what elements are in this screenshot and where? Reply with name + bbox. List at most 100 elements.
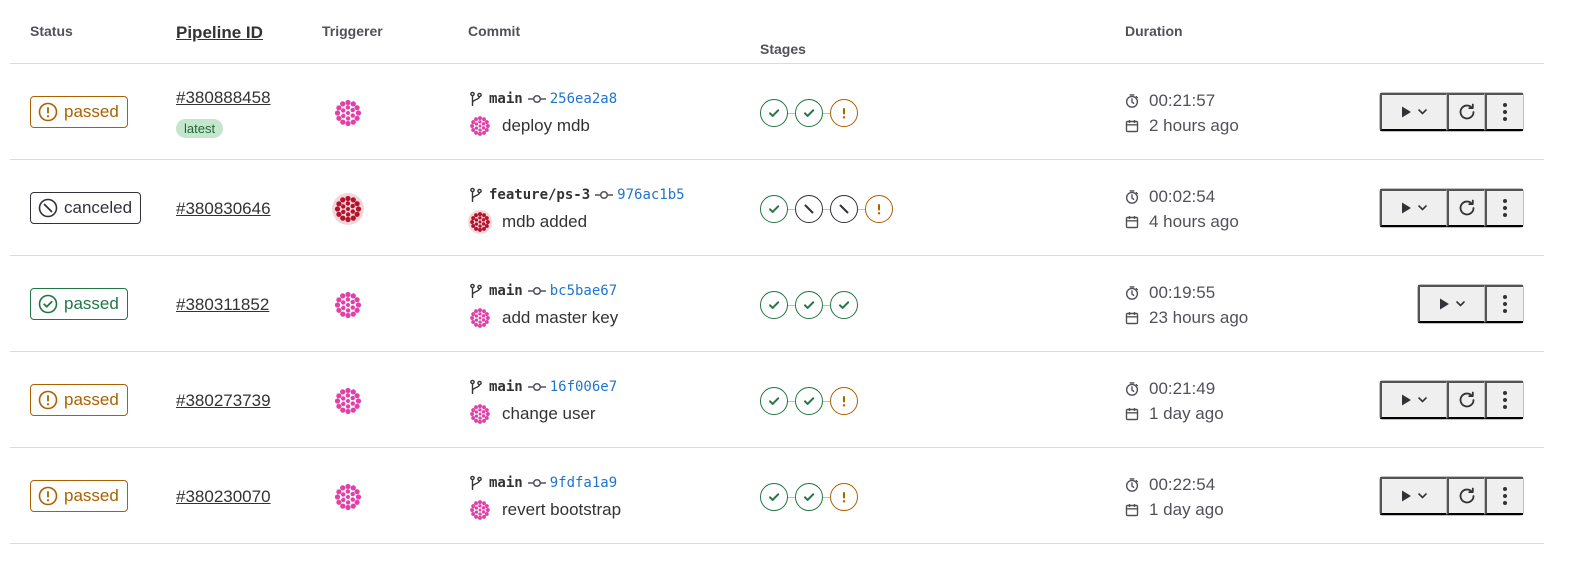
calendar-icon	[1125, 119, 1149, 133]
pipeline-id-link[interactable]: #380830646	[176, 199, 271, 219]
stage-success-icon[interactable]	[760, 291, 788, 319]
stage-success-icon[interactable]	[760, 387, 788, 415]
status-badge[interactable]: passed	[30, 288, 128, 320]
finished-at: 1 day ago	[1125, 500, 1224, 520]
pipeline-row: passed #380230070 main 9fdfa1a9 revert boots…	[10, 448, 1544, 544]
commit-message: revert bootstrap	[468, 498, 621, 522]
column-header-stages: Stages	[760, 41, 806, 57]
commit-title-link[interactable]: add master key	[502, 308, 618, 328]
triggerer-avatar[interactable]	[332, 193, 364, 225]
pipeline-row: canceled #380830646 feature/ps-3 976ac1b5 md…	[10, 160, 1544, 256]
stage-success-icon[interactable]	[795, 483, 823, 511]
status-canceled-icon	[38, 198, 64, 218]
branch-link[interactable]: main	[489, 283, 523, 299]
stage-warning-icon[interactable]	[830, 387, 858, 415]
finished-time: 1 day ago	[1149, 500, 1224, 519]
play-dropdown-button[interactable]	[1380, 477, 1447, 515]
stage-success-icon[interactable]	[760, 195, 788, 223]
triggerer-avatar[interactable]	[332, 97, 364, 129]
column-header-pipeline-id: Pipeline ID	[176, 23, 263, 42]
stage-canceled-icon[interactable]	[795, 195, 823, 223]
commit-sha-link[interactable]: bc5bae67	[550, 283, 617, 299]
pipeline-actions	[1379, 476, 1524, 516]
retry-icon[interactable]	[1447, 477, 1485, 515]
commit-title-link[interactable]: change user	[502, 404, 596, 424]
stage-canceled-icon[interactable]	[830, 195, 858, 223]
stage-success-icon[interactable]	[760, 99, 788, 127]
commit-sha-link[interactable]: 256ea2a8	[550, 91, 617, 107]
commit-title-link[interactable]: mdb added	[502, 212, 587, 232]
stage-success-icon[interactable]	[830, 291, 858, 319]
stage-connector	[788, 496, 795, 498]
branch-link[interactable]: main	[489, 379, 523, 395]
commit-icon	[590, 189, 617, 201]
more-actions-icon[interactable]	[1485, 477, 1523, 515]
triggerer-avatar[interactable]	[332, 289, 364, 321]
commit-ref: feature/ps-3 976ac1b5	[468, 185, 685, 205]
play-dropdown-button[interactable]	[1418, 285, 1485, 323]
status-warning-icon	[38, 486, 64, 506]
commit-title-link[interactable]: revert bootstrap	[502, 500, 621, 520]
finished-at: 1 day ago	[1125, 404, 1224, 424]
stage-connector	[788, 208, 795, 210]
pipeline-actions	[1379, 380, 1524, 420]
retry-icon[interactable]	[1447, 189, 1485, 227]
stage-success-icon[interactable]	[795, 99, 823, 127]
stage-connector	[823, 304, 830, 306]
finished-time: 23 hours ago	[1149, 308, 1249, 327]
more-actions-icon[interactable]	[1485, 189, 1523, 227]
pipeline-id-link[interactable]: #380230070	[176, 487, 271, 507]
author-avatar[interactable]	[468, 210, 492, 234]
retry-icon[interactable]	[1447, 381, 1485, 419]
commit-sha-link[interactable]: 976ac1b5	[617, 187, 684, 203]
pipeline-stages	[760, 290, 858, 320]
author-avatar[interactable]	[468, 402, 492, 426]
status-badge[interactable]: passed	[30, 480, 128, 512]
stage-warning-icon[interactable]	[865, 195, 893, 223]
play-dropdown-button[interactable]	[1380, 189, 1447, 227]
stage-connector	[823, 112, 830, 114]
column-header-status: Status	[30, 23, 73, 39]
triggerer-avatar[interactable]	[332, 481, 364, 513]
author-avatar[interactable]	[468, 306, 492, 330]
commit-title-link[interactable]: deploy mdb	[502, 116, 590, 136]
commit-ref: main 9fdfa1a9	[468, 473, 617, 493]
author-avatar[interactable]	[468, 498, 492, 522]
commit-sha-link[interactable]: 9fdfa1a9	[550, 475, 617, 491]
status-label: passed	[64, 486, 119, 505]
pipeline-row: passed #380273739 main 16f006e7 change user 0…	[10, 352, 1544, 448]
triggerer-avatar[interactable]	[332, 385, 364, 417]
duration-value: 00:19:55	[1149, 283, 1216, 302]
author-avatar[interactable]	[468, 114, 492, 138]
more-actions-icon[interactable]	[1485, 285, 1523, 323]
stage-warning-icon[interactable]	[830, 483, 858, 511]
status-badge[interactable]: passed	[30, 384, 128, 416]
pipeline-actions	[1379, 188, 1524, 228]
status-label: passed	[64, 102, 119, 121]
commit-sha-link[interactable]: 16f006e7	[550, 379, 617, 395]
branch-link[interactable]: main	[489, 91, 523, 107]
pipeline-id-link[interactable]: #380888458	[176, 88, 271, 108]
branch-icon	[468, 475, 489, 491]
status-warning-icon	[38, 390, 64, 410]
more-actions-icon[interactable]	[1485, 381, 1523, 419]
branch-link[interactable]: feature/ps-3	[489, 187, 590, 203]
stage-success-icon[interactable]	[795, 291, 823, 319]
latest-badge: latest	[176, 119, 224, 138]
pipeline-id-link[interactable]: #380311852	[176, 295, 269, 315]
branch-link[interactable]: main	[489, 475, 523, 491]
stage-warning-icon[interactable]	[830, 99, 858, 127]
play-dropdown-button[interactable]	[1380, 93, 1447, 131]
more-actions-icon[interactable]	[1485, 93, 1523, 131]
pipeline-row: passed #380888458 latest main 256ea2a8 deploy…	[10, 64, 1544, 160]
retry-icon[interactable]	[1447, 93, 1485, 131]
pipelines-table: Status Pipeline ID Triggerer Commit Stag…	[10, 0, 1544, 544]
stage-success-icon[interactable]	[795, 387, 823, 415]
column-header-duration: Duration	[1125, 23, 1183, 39]
status-badge[interactable]: canceled	[30, 192, 142, 224]
pipeline-id-link[interactable]: #380273739	[176, 391, 271, 411]
timer-icon	[1125, 190, 1149, 204]
play-dropdown-button[interactable]	[1380, 381, 1447, 419]
status-badge[interactable]: passed	[30, 96, 128, 128]
stage-success-icon[interactable]	[760, 483, 788, 511]
